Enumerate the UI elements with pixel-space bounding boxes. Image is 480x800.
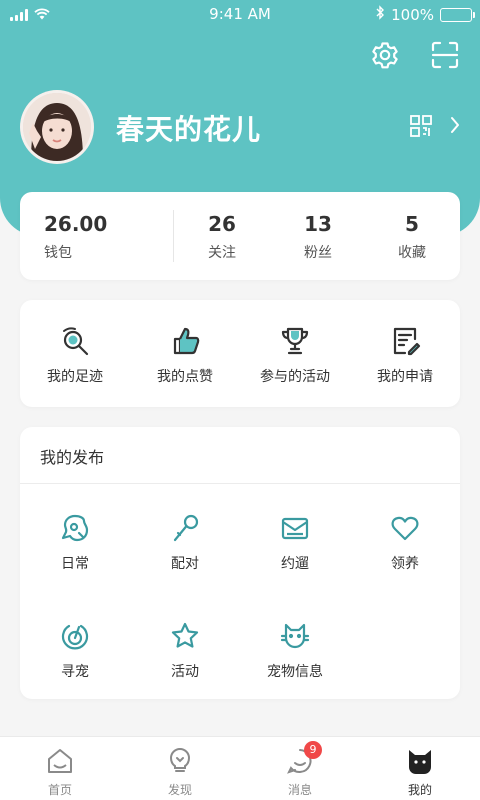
publish-divider <box>20 483 460 484</box>
discover-icon <box>120 745 240 777</box>
stats-card: 26.00 钱包 26 关注 13 粉丝 5 收藏 <box>20 192 460 280</box>
publish-label: 活动 <box>171 664 199 680</box>
publish-item-pet-info[interactable]: 宠物信息 <box>240 619 350 681</box>
tab-discover[interactable]: 发现 <box>120 745 240 798</box>
following-stat[interactable]: 26 关注 <box>190 212 254 262</box>
tab-messages[interactable]: 9 消息 <box>240 741 360 798</box>
my-publish-card: 我的发布 日常 配对 约遛 领养 寻宠 活动 宠物信息 <box>20 427 460 699</box>
chevron-right-icon[interactable] <box>450 116 460 138</box>
publish-label: 配对 <box>171 556 199 572</box>
publish-label: 寻宠 <box>61 664 89 680</box>
avatar[interactable] <box>20 90 94 164</box>
daily-icon <box>20 511 130 545</box>
followers-stat[interactable]: 13 粉丝 <box>286 212 350 262</box>
publish-label: 宠物信息 <box>267 664 323 680</box>
star-icon <box>130 619 240 653</box>
publish-label: 领养 <box>391 556 419 572</box>
thumbs-up-icon <box>130 324 240 358</box>
menu-label: 我的申请 <box>377 369 433 385</box>
followers-value: 13 <box>304 212 332 236</box>
bluetooth-icon <box>375 5 385 24</box>
publish-label: 日常 <box>61 556 89 572</box>
followers-label: 粉丝 <box>304 245 332 261</box>
publish-title: 我的发布 <box>40 448 105 467</box>
menu-item-applications[interactable]: 我的申请 <box>350 324 460 386</box>
favorites-stat[interactable]: 5 收藏 <box>380 212 444 262</box>
trophy-icon <box>240 324 350 358</box>
status-right: 100% <box>375 5 475 24</box>
profile-cat-icon <box>360 745 480 777</box>
publish-item-find-pet[interactable]: 寻宠 <box>20 619 130 681</box>
application-icon <box>350 324 460 358</box>
tab-home[interactable]: 首页 <box>0 745 120 798</box>
battery-icon <box>440 7 475 22</box>
battery-percent: 100% <box>391 5 434 24</box>
scan-icon[interactable] <box>430 40 460 70</box>
home-icon <box>0 745 120 777</box>
username: 春天的花儿 <box>116 113 262 146</box>
publish-item-daily[interactable]: 日常 <box>20 511 130 573</box>
favorites-value: 5 <box>405 212 419 236</box>
profile-header[interactable]: 春天的花儿 <box>20 90 460 164</box>
heart-icon <box>350 511 460 545</box>
publish-item-activity[interactable]: 活动 <box>130 619 240 681</box>
menu-label: 参与的活动 <box>260 369 330 385</box>
menu-item-likes[interactable]: 我的点赞 <box>130 324 240 386</box>
message-badge: 9 <box>304 741 322 759</box>
header-actions <box>370 40 460 70</box>
walk-date-icon <box>240 511 350 545</box>
publish-item-walk-date[interactable]: 约遛 <box>240 511 350 573</box>
favorites-label: 收藏 <box>398 245 426 261</box>
tab-label: 首页 <box>47 783 72 797</box>
tab-label: 发现 <box>167 783 192 797</box>
wallet-stat[interactable]: 26.00 钱包 <box>44 212 107 262</box>
following-value: 26 <box>208 212 236 236</box>
wallet-label: 钱包 <box>44 245 72 261</box>
tab-label: 消息 <box>287 783 312 797</box>
stats-divider <box>173 210 174 262</box>
status-bar: 9:41 AM 100% <box>0 0 480 28</box>
publish-item-adopt[interactable]: 领养 <box>350 511 460 573</box>
quick-menu-card: 我的足迹 我的点赞 参与的活动 我的申请 <box>20 300 460 407</box>
qr-code-icon[interactable] <box>410 115 432 141</box>
following-label: 关注 <box>208 245 236 261</box>
find-pet-icon <box>20 619 130 653</box>
tab-mine[interactable]: 我的 <box>360 745 480 798</box>
footprint-icon <box>20 324 130 358</box>
message-icon: 9 <box>240 741 360 777</box>
pairing-icon <box>130 511 240 545</box>
menu-item-activities[interactable]: 参与的活动 <box>240 324 350 386</box>
publish-label: 约遛 <box>281 556 309 572</box>
publish-item-pairing[interactable]: 配对 <box>130 511 240 573</box>
menu-label: 我的点赞 <box>157 369 213 385</box>
wallet-value: 26.00 <box>44 212 108 236</box>
settings-gear-icon[interactable] <box>370 40 400 70</box>
bottom-tab-bar: 首页 发现 9 消息 我的 <box>0 736 480 800</box>
tab-label: 我的 <box>407 783 432 797</box>
menu-item-footprint[interactable]: 我的足迹 <box>20 324 130 386</box>
pet-info-icon <box>240 619 350 653</box>
menu-label: 我的足迹 <box>47 369 103 385</box>
